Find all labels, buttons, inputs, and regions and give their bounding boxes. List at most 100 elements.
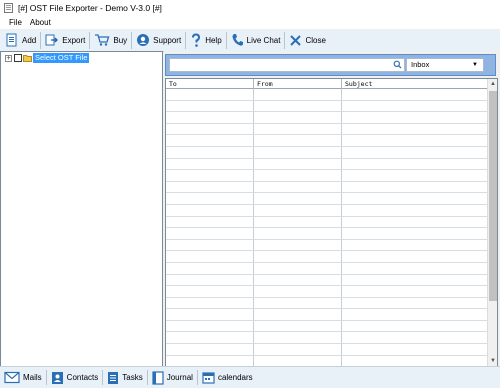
table-cell [166,100,254,112]
phone-icon [232,34,243,46]
tab-mails[interactable]: Mails [4,369,46,387]
table-row[interactable] [166,332,488,345]
tab-separator [45,370,47,385]
table-cell [342,193,488,204]
bottom-tabs: Mails Contacts Tasks Journal calendars [0,366,500,388]
table-row[interactable] [166,297,488,310]
folder-tree[interactable]: + Select OST File [0,51,163,367]
table-cell [342,262,488,274]
grid-rows [166,89,488,366]
folder-select[interactable]: Inbox ▼ [406,58,484,72]
table-row[interactable] [166,89,488,101]
scroll-up-icon[interactable]: ▲ [488,79,497,89]
menu-file[interactable]: File [0,18,28,27]
table-row[interactable] [166,123,488,136]
mail-icon [4,371,20,384]
add-button[interactable]: Add [2,31,39,50]
support-button-label: Support [153,35,182,45]
tree-expander[interactable]: + [5,54,12,62]
search-icon[interactable] [393,60,402,69]
table-row[interactable] [166,274,488,287]
search-bar: Inbox ▼ [165,54,496,76]
table-row[interactable] [166,228,488,240]
table-cell [166,181,254,193]
table-row[interactable] [166,181,488,194]
table-row[interactable] [166,320,488,333]
table-row[interactable] [166,135,488,147]
menu-bar: File About [0,16,500,29]
scroll-down-icon[interactable]: ▼ [488,356,497,366]
table-row[interactable] [166,262,488,275]
tab-calendars-label: calendars [217,373,253,382]
table-cell [254,146,342,158]
tab-journal-label: Journal [166,373,193,382]
table-cell [166,274,254,286]
column-header-to[interactable]: To [166,79,254,89]
table-cell [254,344,342,355]
tab-tasks[interactable]: Tasks [107,369,146,387]
column-header-subject[interactable]: Subject [342,79,488,89]
table-cell [342,297,488,309]
table-cell [342,146,488,158]
export-button[interactable]: Export [42,31,88,50]
table-row[interactable] [166,251,488,263]
table-cell [342,286,488,297]
tab-contacts[interactable]: Contacts [51,369,103,387]
table-row[interactable] [166,216,488,229]
scrollbar-thumb[interactable] [489,91,497,301]
table-cell [342,204,488,216]
table-row[interactable] [166,286,488,298]
calendar-icon [202,372,215,384]
toolbar-separator [284,31,286,49]
table-cell [166,355,254,366]
folder-icon [23,55,32,62]
table-cell [166,332,254,344]
table-cell [254,332,342,344]
tab-calendars[interactable]: calendars [202,369,257,387]
table-row[interactable] [166,193,488,205]
table-cell [342,158,488,170]
table-cell [342,181,488,193]
table-cell [166,286,254,297]
column-header-from[interactable]: From [254,79,342,89]
live-chat-button[interactable]: Live Chat [228,31,284,50]
menu-about[interactable]: About [28,18,57,27]
help-button[interactable]: Help [187,31,224,50]
table-cell [342,332,488,344]
close-button[interactable]: Close [286,31,328,50]
table-cell [254,228,342,239]
table-cell [342,355,488,366]
tab-journal[interactable]: Journal [152,369,197,387]
table-cell [166,344,254,355]
vertical-scrollbar[interactable]: ▲ ▼ [487,79,497,366]
table-row[interactable] [166,170,488,182]
tree-root-item[interactable]: + Select OST File [5,53,90,63]
table-cell [254,181,342,193]
toolbar-separator [89,31,91,49]
table-cell [342,309,488,320]
table-cell [166,251,254,262]
table-cell [166,123,254,135]
table-row[interactable] [166,344,488,356]
table-cell [254,158,342,170]
table-row[interactable] [166,100,488,113]
table-cell [342,112,488,123]
table-cell [254,100,342,112]
table-row[interactable] [166,112,488,124]
folder-select-value: Inbox [411,60,430,69]
buy-button-label: Buy [113,35,128,45]
table-row[interactable] [166,158,488,171]
buy-button[interactable]: Buy [91,31,130,50]
table-row[interactable] [166,146,488,159]
message-grid[interactable]: To From Subject ▲ ▼ [165,78,498,367]
app-icon [4,3,13,13]
table-cell [166,239,254,251]
support-button[interactable]: Support [133,31,184,50]
table-row[interactable] [166,239,488,252]
tab-mails-label: Mails [23,373,42,382]
search-input[interactable] [169,58,405,72]
tree-checkbox[interactable] [14,54,22,62]
table-row[interactable] [166,204,488,217]
table-cell [342,135,488,146]
table-row[interactable] [166,309,488,321]
